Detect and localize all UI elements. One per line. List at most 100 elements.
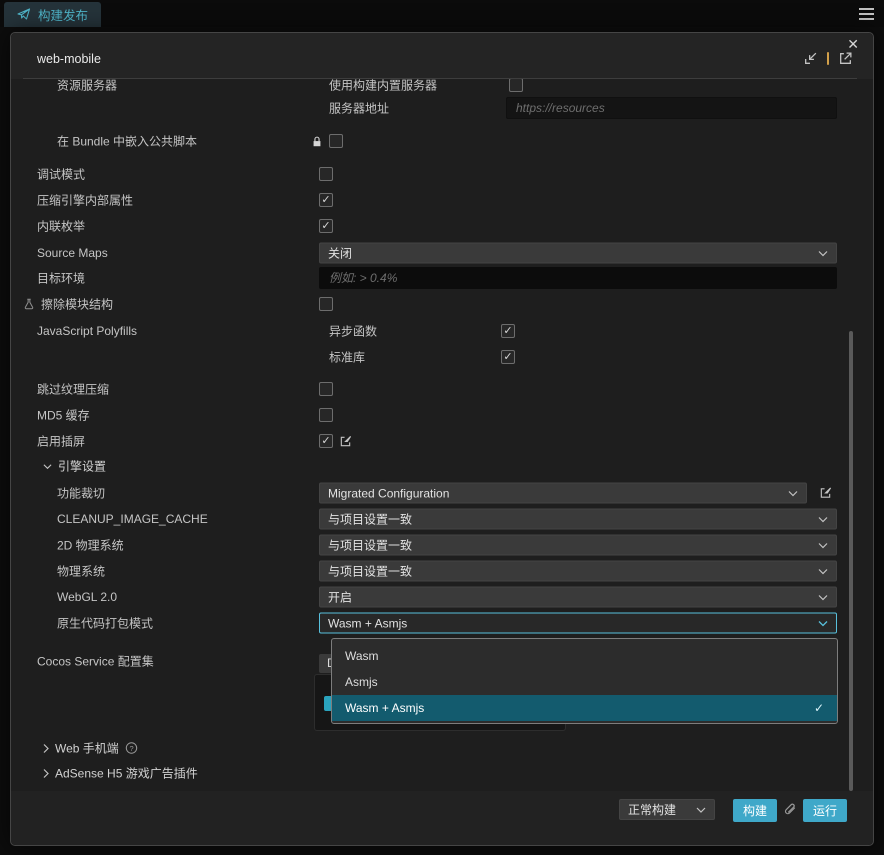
use-builtin-server-label: 使用构建内置服务器 [329, 79, 438, 93]
run-button[interactable]: 运行 [802, 799, 847, 822]
row-skip-texture-compression: 跳过纹理压缩 [11, 378, 873, 400]
chevron-right-icon[interactable] [43, 768, 49, 778]
build-mode-select[interactable]: 正常构建 [618, 799, 715, 820]
row-web-mobile-section: Web 手机端 ? [11, 737, 873, 759]
row-engine-settings: 引擎设置 [11, 455, 873, 477]
row-resource-server: 资源服务器 使用构建内置服务器 [11, 79, 873, 96]
edit-icon[interactable] [819, 487, 832, 500]
help-icon[interactable]: ? [125, 742, 138, 755]
adsense-section-label: AdSense H5 游戏广告插件 [55, 766, 198, 781]
js-polyfills-label: JavaScript Polyfills [37, 324, 138, 338]
native-code-mode-label: 原生代码打包模式 [57, 616, 154, 631]
feature-crop-select[interactable]: Migrated Configuration [319, 482, 807, 504]
row-target-env: 目标环境 [11, 267, 873, 289]
physics-label: 物理系统 [57, 564, 106, 579]
skip-texture-compression-checkbox[interactable] [319, 382, 333, 396]
md5-cache-checkbox[interactable] [319, 408, 333, 422]
build-options-panel: 资源服务器 使用构建内置服务器 服务器地址 在 Bundle 中嵌入公共脚本 调… [11, 79, 873, 791]
dialog-footer: 正常构建 构建 运行 [11, 791, 873, 845]
tab-build-publish[interactable]: 构建发布 [4, 2, 102, 27]
build-button[interactable]: 构建 [732, 799, 777, 822]
chevron-down-icon [696, 807, 706, 813]
scrollbar-thumb[interactable] [849, 331, 853, 791]
cleanup-image-cache-label: CLEANUP_IMAGE_CACHE [57, 512, 208, 526]
native-code-mode-dropdown-menu: Wasm Asmjs Wasm + Asmjs ✓ [331, 638, 838, 724]
server-address-label: 服务器地址 [329, 101, 390, 116]
edit-icon[interactable] [339, 435, 352, 448]
erase-module-structure-checkbox[interactable] [319, 297, 333, 311]
chevron-down-icon [788, 490, 798, 496]
inline-enums-label: 内联枚举 [37, 219, 86, 234]
webgl2-label: WebGL 2.0 [57, 590, 118, 604]
row-webgl2: WebGL 2.0 开启 [11, 586, 873, 608]
row-erase-module-structure: 擦除模块结构 [11, 293, 873, 315]
row-server-address: 服务器地址 [11, 97, 873, 119]
embed-common-scripts-label: 在 Bundle 中嵌入公共脚本 [57, 134, 198, 149]
inline-enums-checkbox[interactable]: ✓ [319, 219, 333, 233]
engine-settings-label: 引擎设置 [58, 459, 107, 474]
row-feature-crop: 功能裁切 Migrated Configuration [11, 482, 873, 504]
debug-mode-checkbox[interactable] [319, 167, 333, 181]
physics-2d-label: 2D 物理系统 [57, 538, 124, 553]
menu-option-wasm-asmjs[interactable]: Wasm + Asmjs ✓ [332, 695, 837, 721]
paper-plane-icon [17, 8, 31, 20]
chevron-down-icon[interactable] [43, 463, 52, 469]
debug-mode-label: 调试模式 [37, 167, 86, 182]
target-env-input[interactable] [319, 267, 837, 289]
link-icon[interactable] [782, 802, 798, 818]
async-functions-checkbox[interactable]: ✓ [501, 324, 515, 338]
std-lib-checkbox[interactable]: ✓ [501, 350, 515, 364]
chevron-down-icon [818, 250, 828, 256]
import-icon[interactable] [803, 51, 818, 66]
physics-2d-select[interactable]: 与项目设置一致 [319, 534, 837, 556]
physics-2d-value: 与项目设置一致 [328, 538, 413, 553]
chevron-down-icon [818, 568, 828, 574]
lock-icon [313, 136, 321, 146]
row-source-maps: Source Maps 关闭 [11, 242, 873, 264]
check-icon: ✓ [813, 701, 824, 715]
cleanup-image-cache-value: 与项目设置一致 [328, 512, 413, 527]
compress-engine-props-label: 压缩引擎内部属性 [37, 193, 134, 208]
md5-cache-label: MD5 缓存 [37, 408, 90, 423]
physics-select[interactable]: 与项目设置一致 [319, 560, 837, 582]
chevron-down-icon [818, 620, 828, 626]
web-mobile-section-label: Web 手机端 [55, 741, 119, 756]
svg-text:?: ? [129, 744, 133, 753]
build-dialog: web-mobile ✕ 资源服务器 使用构建内置服务器 服务器地址 在 Bun… [10, 32, 874, 846]
enable-splash-label: 启用插屏 [37, 434, 86, 449]
server-address-input[interactable] [506, 97, 837, 119]
source-maps-value: 关闭 [328, 246, 353, 261]
dialog-title: web-mobile [37, 52, 101, 66]
export-icon[interactable] [838, 51, 853, 66]
build-mode-value: 正常构建 [627, 803, 676, 817]
compress-engine-props-checkbox[interactable]: ✓ [319, 193, 333, 207]
row-md5-cache: MD5 缓存 [11, 404, 873, 426]
chevron-down-icon [818, 594, 828, 600]
async-functions-label: 异步函数 [329, 324, 378, 339]
dialog-header: web-mobile ✕ [11, 33, 873, 79]
enable-splash-checkbox[interactable]: ✓ [319, 434, 333, 448]
row-js-polyfills-async: JavaScript Polyfills 异步函数 ✓ [11, 320, 873, 342]
webgl2-select[interactable]: 开启 [319, 586, 837, 608]
embed-common-scripts-checkbox[interactable] [329, 134, 343, 148]
target-env-label: 目标环境 [37, 271, 86, 286]
webgl2-value: 开启 [328, 590, 353, 605]
skip-texture-compression-label: 跳过纹理压缩 [37, 382, 110, 397]
flask-icon [24, 298, 34, 310]
menu-option-asmjs[interactable]: Asmjs [332, 669, 837, 695]
native-code-mode-select[interactable]: Wasm + Asmjs [319, 612, 837, 634]
row-enable-splash: 启用插屏 ✓ [11, 430, 873, 452]
cleanup-image-cache-select[interactable]: 与项目设置一致 [319, 508, 837, 530]
use-builtin-server-checkbox[interactable] [509, 79, 523, 92]
row-native-code-mode: 原生代码打包模式 Wasm + Asmjs [11, 612, 873, 634]
source-maps-select[interactable]: 关闭 [319, 242, 837, 264]
hamburger-menu-icon[interactable] [859, 8, 874, 20]
feature-crop-label: 功能裁切 [57, 486, 106, 501]
std-lib-label: 标准库 [329, 350, 366, 365]
chevron-right-icon[interactable] [43, 743, 49, 753]
chevron-down-icon [818, 516, 828, 522]
menu-option-wasm[interactable]: Wasm [332, 643, 837, 669]
titlebar: 构建发布 [0, 0, 884, 27]
erase-module-structure-label: 擦除模块结构 [41, 297, 114, 312]
row-physics: 物理系统 与项目设置一致 [11, 560, 873, 582]
